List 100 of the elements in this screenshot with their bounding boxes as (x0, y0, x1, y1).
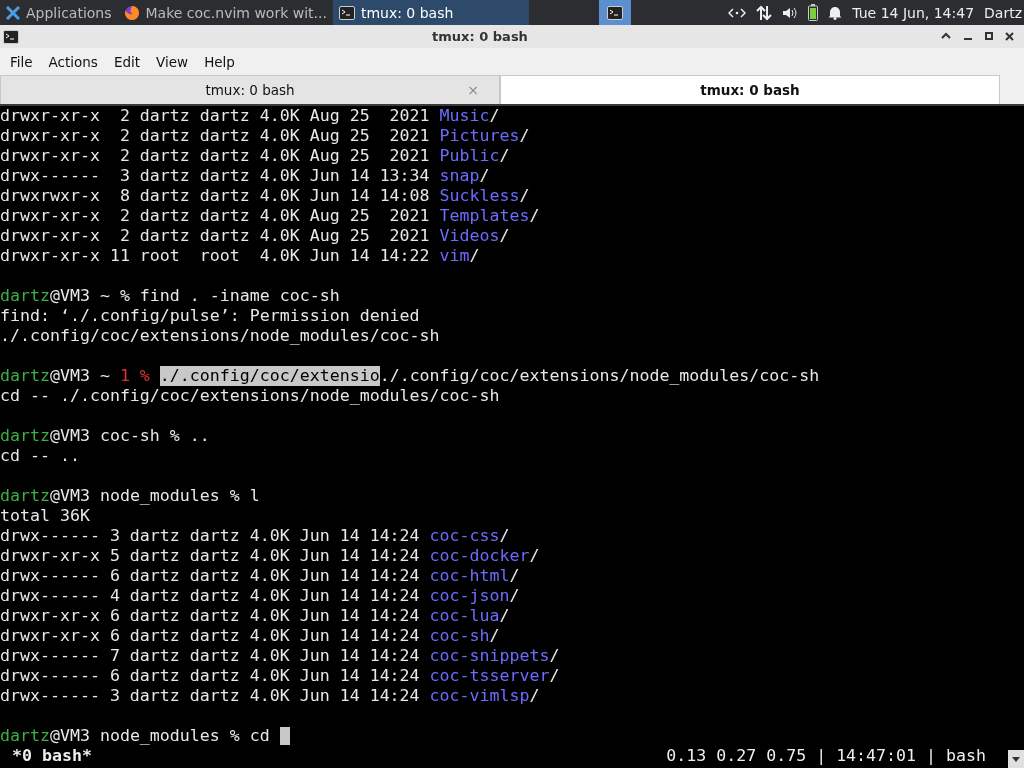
terminal-text: drwxr-xr-x 2 dartz dartz 4.0K Aug 25 2021 (0, 206, 431, 226)
terminal-text: / (469, 246, 480, 266)
prompt-user: dartz (0, 426, 50, 446)
terminal-text: cd -- ./.config/coc/extensions/node_modules/coc-sh (0, 386, 500, 406)
terminal-text: / (529, 206, 540, 226)
network-icon[interactable] (728, 6, 747, 19)
terminal-text: / (499, 606, 510, 626)
terminal-text: @VM3 ~ (49, 366, 111, 386)
applications-menu[interactable]: Applications (0, 0, 118, 25)
terminal-text: find: ‘./.config/pulse’: Permission denied (0, 306, 420, 326)
volume-icon[interactable] (782, 5, 799, 20)
terminal-text: / (519, 186, 530, 206)
terminal-text: drwx------ 6 dartz dartz 4.0K Jun 14 14:24 (0, 666, 421, 686)
close-icon[interactable] (1005, 32, 1014, 41)
directory-name: coc-snippets (429, 646, 550, 666)
prompt-user: dartz (0, 286, 50, 306)
scroll-down-button[interactable] (1008, 750, 1024, 768)
terminal-text: drwxr-xr-x 6 dartz dartz 4.0K Jun 14 14:24 (0, 626, 421, 646)
directory-name: snap (439, 166, 480, 186)
tab[interactable]: tmux: 0 bash × (0, 75, 500, 104)
exit-status: 1 % (119, 366, 151, 386)
user-menu[interactable]: Dartz (984, 4, 1022, 21)
terminal-text: / (549, 666, 560, 686)
directory-name: Music (439, 106, 490, 126)
terminal-text: drwxr-xr-x 11 root root 4.0K Jun 14 14:22 (0, 246, 431, 266)
terminal-text: drwxr-xr-x 2 dartz dartz 4.0K Aug 25 2021 (0, 226, 431, 246)
menu-item[interactable]: File (4, 51, 39, 72)
terminal-text: drwx------ 4 dartz dartz 4.0K Jun 14 14:24 (0, 586, 421, 606)
terminal-text: drwxr-xr-x 6 dartz dartz 4.0K Jun 14 14:24 (0, 606, 421, 626)
terminal-text: / (499, 526, 510, 546)
terminal-text: / (489, 106, 500, 126)
terminal-text: drwxr-xr-x 2 dartz dartz 4.0K Aug 25 2021 (0, 126, 431, 146)
terminal-icon (606, 4, 623, 21)
terminal-text: drwx------ 6 dartz dartz 4.0K Jun 14 14:24 (0, 566, 421, 586)
tab[interactable]: tmux: 0 bash (500, 75, 1000, 104)
terminal-text: ./.config/coc/extensions/node_modules/coc-sh (0, 326, 440, 346)
directory-name: coc-html (429, 566, 510, 586)
directory-name: Pictures (439, 126, 520, 146)
workspace-button[interactable] (598, 0, 631, 25)
directory-name: Suckless (439, 186, 520, 206)
directory-name: coc-css (429, 526, 500, 546)
directory-name: Public (439, 146, 500, 166)
terminal-text: drwx------ 7 dartz dartz 4.0K Jun 14 14:24 (0, 646, 421, 666)
terminal-text: ./.config/coc/extensions/node_modules/coc-sh (379, 366, 820, 386)
browser-icon (123, 4, 140, 21)
terminal-text: @VM3 node_modules % cd (49, 726, 271, 746)
chevron-up-icon[interactable] (941, 32, 951, 40)
prompt-user: dartz (0, 486, 50, 506)
directory-name: coc-tsserver (429, 666, 550, 686)
directory-name: coc-vimlsp (429, 686, 530, 706)
taskbar-button[interactable]: tmux: 0 bash (332, 0, 529, 25)
directory-name: coc-docker (429, 546, 530, 566)
terminal-icon (338, 4, 355, 21)
window-title: tmux: 0 bash (431, 29, 529, 44)
terminal-text: drwxr-xr-x 2 dartz dartz 4.0K Aug 25 2021 (0, 146, 431, 166)
terminal-text: / (489, 626, 500, 646)
terminal-text: cd -- .. (0, 446, 80, 466)
terminal-text: / (529, 546, 540, 566)
maximize-icon[interactable] (985, 32, 993, 40)
terminal-text: @VM3 coc-sh % .. (49, 426, 210, 446)
terminal-text: drwxr-xr-x 5 dartz dartz 4.0K Jun 14 14:24 (0, 546, 421, 566)
battery-icon[interactable] (808, 4, 819, 21)
terminal-text: / (509, 586, 520, 606)
menu-item[interactable]: Edit (107, 51, 147, 72)
clock[interactable]: Tue 14 Jun, 14:47 (852, 4, 975, 21)
terminal-text: @VM3 ~ % find . -iname coc-sh (49, 286, 340, 306)
directory-name: coc-lua (429, 606, 500, 626)
transfer-arrows-icon[interactable] (756, 4, 773, 21)
terminal-text: drwx------ 3 dartz dartz 4.0K Jun 14 14:24 (0, 526, 421, 546)
prompt-user: dartz (0, 726, 50, 746)
terminal-text: / (499, 226, 510, 246)
terminal-text: @VM3 node_modules % l (49, 486, 260, 506)
terminal-icon (3, 28, 19, 45)
menu-item[interactable]: Actions (42, 51, 104, 72)
terminal-text: / (499, 146, 510, 166)
app-menu-icon (6, 5, 20, 20)
menu-item[interactable]: View (150, 51, 195, 72)
bell-icon[interactable] (828, 5, 843, 20)
window-label: *0 bash* (12, 746, 92, 766)
menu-item[interactable]: Help (198, 51, 241, 72)
directory-name: Templates (439, 206, 530, 226)
terminal-text: total 36K (0, 506, 90, 526)
terminal-text: / (479, 166, 490, 186)
terminal-text: / (509, 566, 520, 586)
directory-name: coc-sh (429, 626, 490, 646)
terminal-text: drwxr-xr-x 2 dartz dartz 4.0K Aug 25 2021 (0, 106, 431, 126)
directory-name: Videos (439, 226, 500, 246)
prompt-user: dartz (0, 366, 50, 386)
selected-text: ./.config/coc/extensio (159, 366, 380, 386)
terminal-text: drwxrwxr-x 8 dartz dartz 4.0K Jun 14 14:08 (0, 186, 431, 206)
terminal-text: / (549, 646, 560, 666)
caret-down-icon (1012, 756, 1020, 762)
status-info: 0.13 0.27 0.75 | 14:47:01 | bash (666, 746, 986, 766)
terminal-text: drwx------ 3 dartz dartz 4.0K Jun 14 14:24 (0, 686, 421, 706)
terminal-text: / (529, 686, 540, 706)
terminal-text: drwx------ 3 dartz dartz 4.0K Jun 14 13:34 (0, 166, 431, 186)
taskbar-button[interactable]: Make coc.nvim work wit... (117, 0, 333, 25)
directory-name: coc-json (429, 586, 510, 606)
directory-name: vim (439, 246, 470, 266)
terminal-text: / (519, 126, 530, 146)
